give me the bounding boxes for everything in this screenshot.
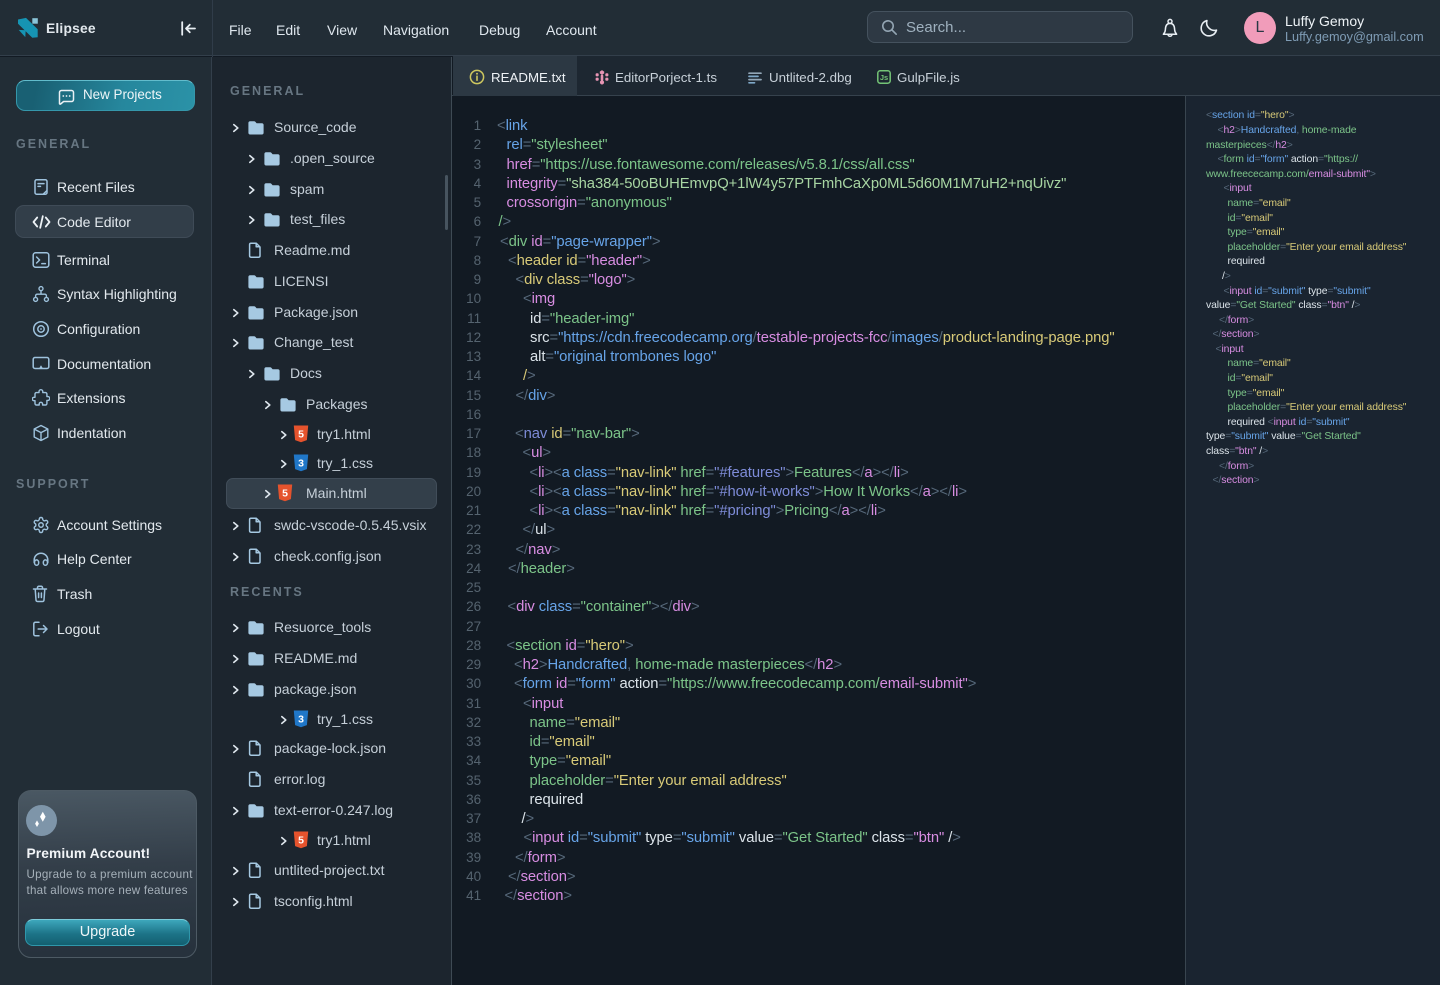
svg-text:Js: Js — [880, 73, 888, 82]
svg-text:5: 5 — [298, 835, 304, 847]
svg-text:5: 5 — [298, 429, 304, 441]
svg-text:5: 5 — [282, 488, 288, 500]
svg-text:3: 3 — [298, 458, 304, 470]
svg-text:3: 3 — [298, 714, 304, 726]
